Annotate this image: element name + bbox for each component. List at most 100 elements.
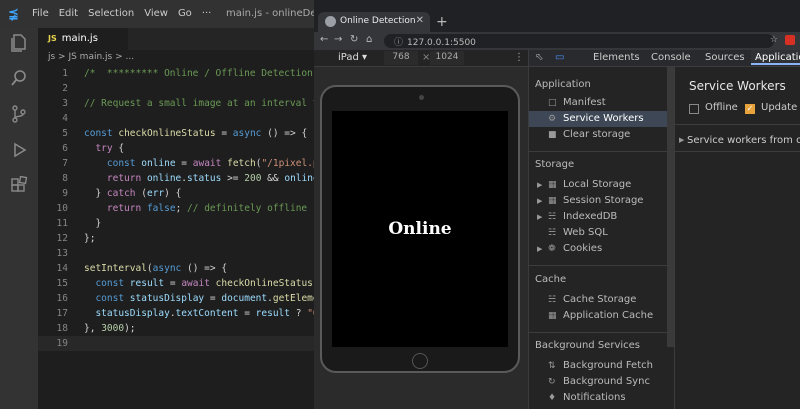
sidebar-item-background-sync[interactable]: ↻ Background Sync [529, 374, 667, 390]
other-origins-toggle[interactable]: Service workers from other origins [687, 135, 800, 146]
line-number: 2 [62, 83, 68, 94]
line-number: 14 [56, 263, 68, 274]
tab-main-js[interactable]: JS main.js [38, 28, 128, 50]
line-number: 13 [56, 248, 68, 259]
code-text[interactable]: /* ********* Online / Offline Detection [84, 66, 313, 81]
sidebar-item-clear-storage[interactable]: ■ Clear storage [529, 127, 667, 143]
extensions-icon[interactable] [9, 176, 29, 196]
line-number: 5 [62, 128, 68, 139]
sidebar-item-indexeddb[interactable]: ▶ ☵ IndexedDB [529, 209, 667, 225]
code-text[interactable]: try { [84, 141, 124, 156]
inspect-element-icon[interactable]: ⬁ [535, 52, 543, 63]
tab-close-icon[interactable]: ✕ [416, 15, 424, 26]
sidebar-item-local-storage[interactable]: ▶ ▦ Local Storage [529, 177, 667, 193]
menu-view[interactable]: View [144, 8, 168, 19]
grid-icon: ▦ [548, 311, 557, 321]
code-text[interactable]: } catch (err) { [84, 186, 181, 201]
sidebar-item-web-sql[interactable]: ☵ Web SQL [529, 225, 667, 241]
cookie-icon: ❁ [548, 244, 556, 254]
application-sidebar: Application □ Manifest ⚙ Service Workers ■… [529, 67, 675, 409]
source-control-icon[interactable] [9, 104, 29, 124]
sidebar-item-notifications[interactable]: ♦ Notifications [529, 390, 667, 406]
sidebar-item-background-fetch[interactable]: ⇅ Background Fetch [529, 358, 667, 374]
device-height-input[interactable]: 1024 [430, 51, 464, 65]
expand-arrow-icon[interactable]: ▶ [537, 209, 542, 225]
database-icon: ☵ [548, 212, 557, 222]
expand-arrow-icon[interactable]: ▶ [537, 241, 542, 257]
forward-icon[interactable]: → [334, 34, 342, 45]
menu-go[interactable]: Go [178, 8, 192, 19]
extension-icon[interactable] [785, 35, 795, 45]
device-width-input[interactable]: 768 [384, 51, 418, 65]
device-toggle-icon[interactable]: ▭ [555, 52, 564, 63]
menu-file[interactable]: File [32, 8, 49, 19]
search-icon[interactable] [9, 68, 29, 88]
code-text[interactable]: const statusDisplay = document.getElemen [84, 291, 314, 306]
home-icon[interactable]: ⌂ [366, 34, 372, 45]
code-text[interactable]: // Request a small image at an interval … [84, 96, 314, 111]
device-select[interactable]: iPad ▾ [338, 52, 367, 63]
line-number: 6 [62, 143, 68, 154]
new-tab-icon[interactable]: + [436, 14, 448, 30]
line-number: 7 [62, 158, 68, 169]
menu-edit[interactable]: Edit [59, 8, 78, 19]
code-line[interactable]: 19 [38, 336, 314, 351]
line-number: 12 [56, 233, 68, 244]
line-number: 9 [62, 188, 68, 199]
offline-label[interactable]: Offline [705, 102, 738, 113]
code-text[interactable]: const online = await fetch("/1pixel.pn [84, 156, 314, 171]
code-text[interactable]: statusDisplay.textContent = result ? "On [84, 306, 314, 321]
trash-icon: ■ [548, 130, 557, 140]
line-number: 16 [56, 293, 68, 304]
menu-more[interactable]: ··· [202, 8, 212, 19]
address-bar[interactable]: ⓘ 127.0.0.1:5500 [384, 34, 774, 48]
section-application: Application [535, 79, 591, 90]
bell-icon: ♦ [548, 393, 557, 403]
service-workers-pane: Service Workers Offline ✓ Update on relo… [675, 67, 800, 409]
explorer-icon[interactable] [9, 32, 29, 52]
online-status-text: Online [388, 219, 452, 239]
code-editor[interactable]: 1 /* ********* Online / Offline Detection… [38, 63, 314, 409]
ipad-frame: Online [320, 85, 520, 373]
reload-icon[interactable]: ↻ [350, 34, 358, 45]
expand-arrow-icon[interactable]: ▶ [537, 177, 542, 193]
code-text[interactable]: }; [84, 231, 95, 246]
line-number: 4 [62, 113, 68, 124]
back-icon[interactable]: ← [320, 34, 328, 45]
menu-selection[interactable]: Selection [88, 8, 134, 19]
line-number: 19 [56, 338, 68, 349]
tab-console[interactable]: Console [651, 52, 691, 63]
code-text[interactable]: const checkOnlineStatus = async () => { [84, 126, 307, 141]
vscode-menu-bar: File Edit Selection View Go ··· [32, 8, 211, 19]
line-number: 11 [56, 218, 68, 229]
sidebar-item-session-storage[interactable]: ▶ ▦ Session Storage [529, 193, 667, 209]
sidebar-item-cache-storage[interactable]: ☵ Cache Storage [529, 292, 667, 308]
activity-bar [0, 28, 38, 409]
run-debug-icon[interactable] [9, 140, 29, 160]
section-storage: Storage [535, 159, 575, 170]
sidebar-scrollbar[interactable] [667, 67, 674, 347]
code-text[interactable]: } [84, 216, 101, 231]
update-on-reload-label[interactable]: Update on reload [761, 102, 800, 113]
sidebar-item-manifest[interactable]: □ Manifest [529, 95, 667, 111]
tab-application[interactable]: Application [751, 50, 800, 65]
code-text[interactable]: return false; // definitely offline [84, 201, 307, 216]
bookmark-star-icon[interactable]: ☆ [770, 35, 778, 45]
device-more-icon[interactable]: ⋮ [514, 52, 524, 63]
expand-arrow-icon[interactable]: ▶ [537, 193, 542, 209]
sidebar-item-cookies[interactable]: ▶ ❁ Cookies [529, 241, 667, 257]
tab-sources[interactable]: Sources [705, 52, 745, 63]
tab-elements[interactable]: Elements [593, 52, 640, 63]
code-text[interactable]: }, 3000); [84, 321, 136, 336]
sidebar-item-service-workers[interactable]: ⚙ Service Workers [529, 111, 667, 127]
browser-tab-online-detection[interactable]: Online Detection ✕ [318, 12, 430, 32]
update-on-reload-checkbox[interactable]: ✓ [745, 104, 755, 114]
site-info-icon[interactable]: ⓘ [394, 38, 403, 48]
code-text[interactable]: setInterval(async () => { [84, 261, 227, 276]
sidebar-item-application-cache[interactable]: ▦ Application Cache [529, 308, 667, 324]
expand-arrow-icon[interactable]: ▶ [679, 136, 684, 144]
code-text[interactable]: const result = await checkOnlineStatus() [84, 276, 314, 291]
code-text[interactable]: return online.status >= 200 && online. [84, 171, 314, 186]
offline-checkbox[interactable] [689, 104, 699, 114]
vscode-window: ⪵ File Edit Selection View Go ··· main.j… [0, 0, 345, 409]
